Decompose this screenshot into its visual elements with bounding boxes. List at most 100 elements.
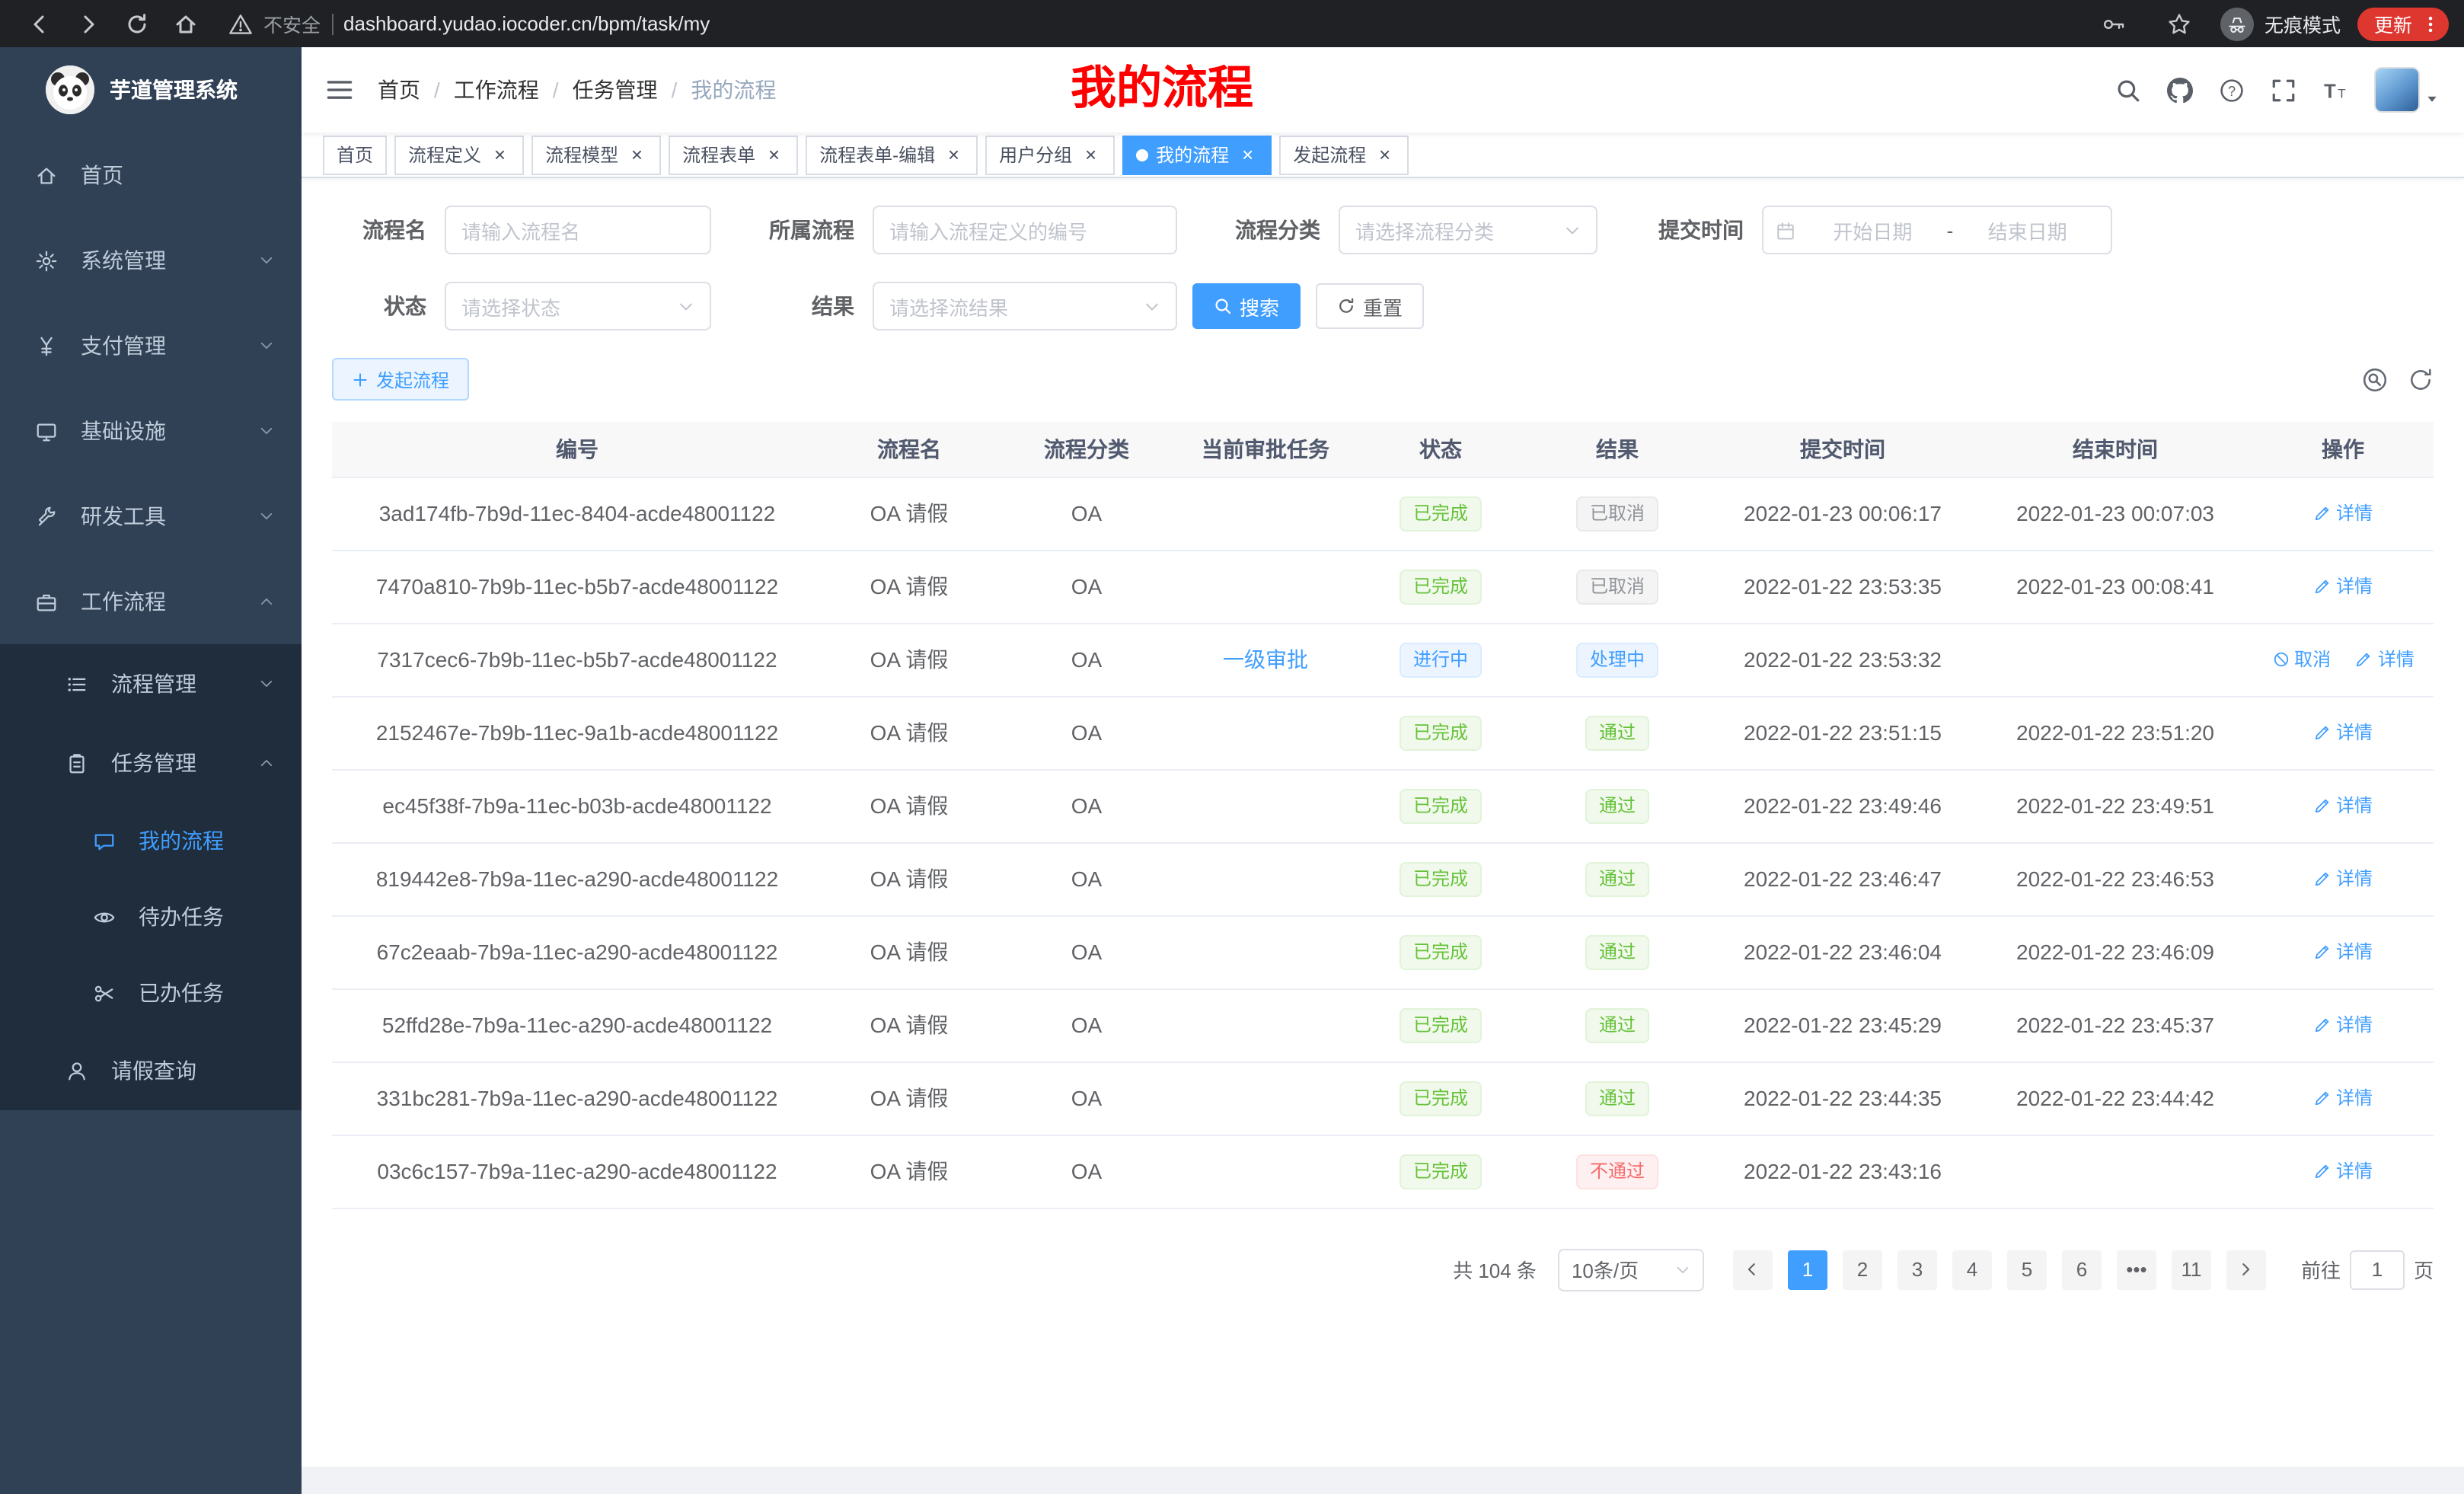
incognito-badge[interactable]: 无痕模式 — [2220, 7, 2341, 40]
tab-home[interactable]: 首页 — [323, 135, 387, 174]
search-toggle-icon[interactable] — [2362, 366, 2388, 392]
status-select[interactable]: 请选择状态 — [445, 282, 711, 330]
page-unit-label: 页 — [2414, 1255, 2434, 1284]
sidebar-item-devtools[interactable]: 研发工具 — [0, 474, 302, 559]
current-task-link[interactable]: 一级审批 — [1223, 647, 1308, 672]
user-menu[interactable] — [2374, 67, 2440, 113]
edit-pencil-icon — [2313, 723, 2332, 742]
refresh-icon[interactable] — [2408, 366, 2434, 392]
sidebar-item-todo-tasks[interactable]: 待办任务 — [0, 879, 302, 955]
password-key-icon[interactable] — [2102, 11, 2126, 36]
search-icon[interactable] — [2115, 77, 2141, 103]
result-select[interactable]: 请选择流结果 — [873, 282, 1177, 330]
sidebar-item-home[interactable]: 首页 — [0, 132, 302, 218]
breadcrumb-item[interactable]: 工作流程 — [454, 75, 539, 105]
app-frame: 芋道管理系统 首页 系统管理 支付管理 基础设施 — [0, 47, 2464, 1494]
home-icon — [30, 164, 61, 187]
tab-close-icon[interactable] — [1374, 144, 1395, 165]
url-text[interactable]: dashboard.yudao.iocoder.cn/bpm/task/my — [343, 12, 710, 35]
tab-process-form-edit[interactable]: 流程表单-编辑 — [806, 135, 978, 174]
search-button-label: 搜索 — [1240, 292, 1279, 321]
scissors-icon — [88, 982, 119, 1004]
page-size-select[interactable]: 10条/页 — [1558, 1248, 1704, 1291]
avatar[interactable] — [2374, 67, 2420, 113]
page-number-button[interactable]: 2 — [1843, 1250, 1882, 1289]
detail-action-link[interactable]: 详情 — [2313, 1158, 2373, 1184]
sidebar-item-process-management[interactable]: 流程管理 — [0, 644, 302, 723]
sidebar-item-task-management[interactable]: 任务管理 — [0, 723, 302, 803]
fullscreen-icon[interactable] — [2271, 77, 2296, 103]
row-result: 处理中 — [1527, 623, 1707, 696]
detail-action-link[interactable]: 详情 — [2313, 939, 2373, 965]
bookmark-star-icon[interactable] — [2167, 11, 2191, 36]
next-page-button[interactable] — [2226, 1250, 2266, 1289]
owning-process-input[interactable]: 请输入流程定义的编号 — [873, 206, 1177, 254]
process-category-select[interactable]: 请选择流程分类 — [1339, 206, 1597, 254]
tab-user-group[interactable]: 用户分组 — [985, 135, 1115, 174]
detail-action-link[interactable]: 详情 — [2313, 1085, 2373, 1111]
end-date-placeholder[interactable]: 结束日期 — [1956, 215, 2099, 244]
security-warning-label[interactable]: 不安全 — [263, 9, 321, 38]
tab-close-icon[interactable] — [489, 144, 510, 165]
browser-forward-icon[interactable] — [76, 11, 101, 36]
app-logo-row[interactable]: 芋道管理系统 — [0, 47, 302, 132]
search-button[interactable]: 搜索 — [1192, 283, 1301, 329]
prev-page-button[interactable] — [1733, 1250, 1773, 1289]
detail-action-link[interactable]: 详情 — [2313, 866, 2373, 892]
detail-action-label: 详情 — [2336, 866, 2373, 892]
process-name-input[interactable]: 请输入流程名 — [445, 206, 711, 254]
detail-action-link[interactable]: 详情 — [2313, 1012, 2373, 1038]
browser-back-icon[interactable] — [27, 11, 52, 36]
tab-initiate-process[interactable]: 发起流程 — [1279, 135, 1409, 174]
page-number-button[interactable]: 1 — [1788, 1250, 1827, 1289]
tab-my-process[interactable]: 我的流程 — [1122, 135, 1272, 174]
sidebar-item-done-tasks[interactable]: 已办任务 — [0, 955, 302, 1031]
tab-close-icon[interactable] — [626, 144, 647, 165]
tab-process-definition[interactable]: 流程定义 — [394, 135, 524, 174]
tab-close-icon[interactable] — [1237, 144, 1258, 165]
goto-page-input[interactable] — [2350, 1250, 2405, 1289]
sidebar-item-leave-query[interactable]: 请假查询 — [0, 1031, 302, 1110]
detail-action-link[interactable]: 详情 — [2313, 793, 2373, 819]
help-icon[interactable]: ? — [2219, 77, 2245, 103]
detail-action-link[interactable]: 详情 — [2355, 646, 2415, 672]
breadcrumb-item[interactable]: 首页 — [378, 75, 420, 105]
submit-time-range-picker[interactable]: 开始日期 - 结束日期 — [1762, 206, 2112, 254]
address-bar[interactable]: 不安全 dashboard.yudao.iocoder.cn/bpm/task/… — [228, 9, 2089, 38]
browser-home-icon[interactable] — [174, 11, 198, 36]
browser-reload-icon[interactable] — [125, 11, 149, 36]
update-button[interactable]: 更新 — [2357, 7, 2449, 40]
tab-process-form[interactable]: 流程表单 — [669, 135, 798, 174]
github-icon[interactable] — [2167, 77, 2193, 103]
tab-close-icon[interactable] — [1080, 144, 1101, 165]
detail-action-link[interactable]: 详情 — [2313, 500, 2373, 526]
page-number-button[interactable]: 5 — [2007, 1250, 2047, 1289]
sidebar-item-payment[interactable]: 支付管理 — [0, 303, 302, 388]
row-process-name: OA 请假 — [822, 915, 996, 988]
cancel-action-link[interactable]: 取消 — [2271, 646, 2331, 672]
sidebar-item-my-process[interactable]: 我的流程 — [0, 803, 302, 879]
start-date-placeholder[interactable]: 开始日期 — [1802, 215, 1944, 244]
page-number-button[interactable]: 6 — [2062, 1250, 2102, 1289]
detail-action-link[interactable]: 详情 — [2313, 720, 2373, 745]
breadcrumb-item[interactable]: 任务管理 — [573, 75, 658, 105]
tab-process-model[interactable]: 流程模型 — [531, 135, 661, 174]
font-size-icon[interactable]: TT — [2322, 77, 2348, 103]
hamburger-icon[interactable] — [326, 76, 353, 104]
calendar-icon — [1776, 220, 1795, 240]
tab-close-icon[interactable] — [943, 144, 964, 165]
page-number-button[interactable]: ••• — [2117, 1250, 2156, 1289]
row-current-task: 一级审批 — [1177, 623, 1354, 696]
sidebar-item-system[interactable]: 系统管理 — [0, 218, 302, 303]
detail-action-link[interactable]: 详情 — [2313, 573, 2373, 599]
page-number-button[interactable]: 3 — [1897, 1250, 1937, 1289]
sidebar-item-infrastructure[interactable]: 基础设施 — [0, 388, 302, 474]
sidebar-item-workflow[interactable]: 工作流程 — [0, 559, 302, 644]
create-process-button[interactable]: 发起流程 — [332, 358, 469, 401]
page-number-button[interactable]: 4 — [1952, 1250, 1992, 1289]
browser-menu-icon[interactable] — [2420, 13, 2441, 34]
tab-close-icon[interactable] — [763, 144, 784, 165]
reset-button[interactable]: 重置 — [1316, 283, 1424, 329]
chevron-right-icon — [2238, 1261, 2255, 1278]
page-number-button[interactable]: 11 — [2172, 1250, 2211, 1289]
